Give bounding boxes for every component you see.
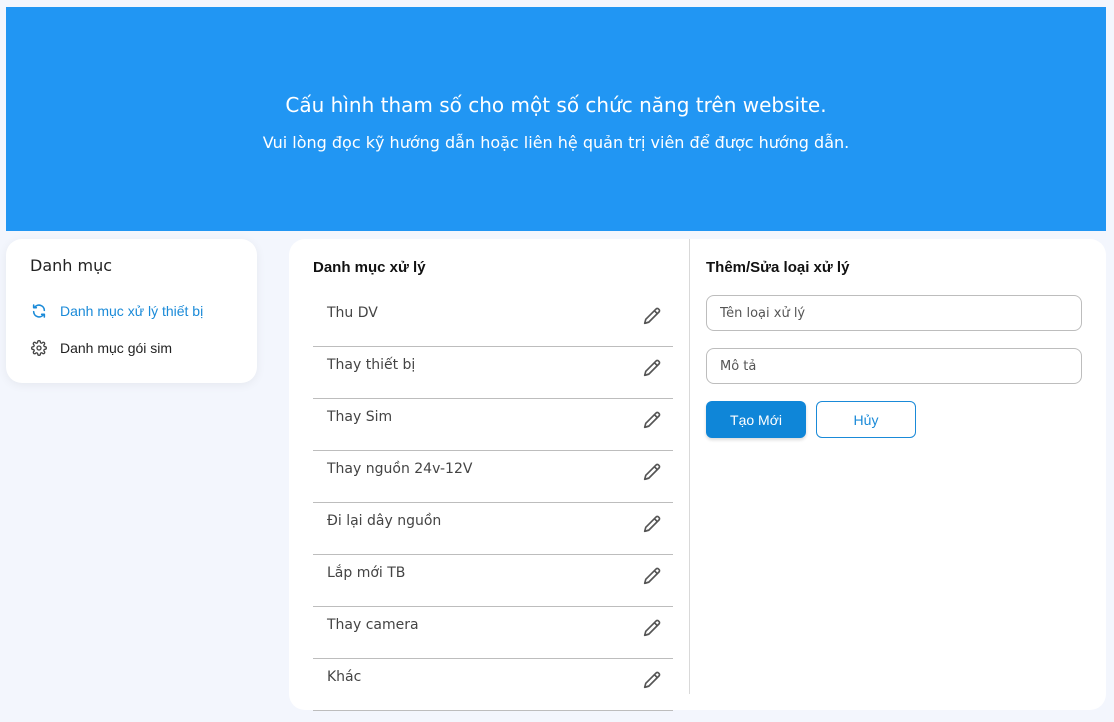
list-item: Thay thiết bị bbox=[313, 347, 673, 399]
description-input[interactable] bbox=[706, 348, 1082, 384]
pencil-icon[interactable] bbox=[641, 357, 663, 379]
pencil-icon[interactable] bbox=[641, 461, 663, 483]
list-item: Khác bbox=[313, 659, 673, 711]
sidebar-item-sim-packages[interactable]: Danh mục gói sim bbox=[30, 339, 172, 357]
sidebar: Danh mục Danh mục xử lý thiết bị Danh mụ… bbox=[6, 239, 257, 383]
list-item: Đi lại dây nguồn bbox=[313, 503, 673, 555]
list-item-label: Thay camera bbox=[327, 617, 419, 633]
pencil-icon[interactable] bbox=[641, 409, 663, 431]
pencil-icon[interactable] bbox=[641, 669, 663, 691]
list-panel-title: Danh mục xử lý bbox=[313, 259, 426, 276]
gear-icon bbox=[30, 339, 48, 357]
sync-icon bbox=[30, 302, 48, 320]
list-item-label: Đi lại dây nguồn bbox=[327, 513, 442, 529]
header-banner: Cấu hình tham số cho một số chức năng tr… bbox=[6, 7, 1106, 231]
list-item: Thay nguồn 24v-12V bbox=[313, 451, 673, 503]
list-item: Lắp mới TB bbox=[313, 555, 673, 607]
form-panel-title: Thêm/Sửa loại xử lý bbox=[706, 259, 850, 276]
list-item-label: Thay nguồn 24v-12V bbox=[327, 461, 473, 477]
list-item: Thay Sim bbox=[313, 399, 673, 451]
main-card: Danh mục xử lý Thu DV Thay thiết bị Thay… bbox=[289, 239, 1106, 711]
list-item-label: Lắp mới TB bbox=[327, 565, 406, 581]
sidebar-item-label: Danh mục xử lý thiết bị bbox=[60, 303, 204, 319]
list-item-label: Khác bbox=[327, 669, 362, 685]
pencil-icon[interactable] bbox=[641, 513, 663, 535]
banner-subtitle: Vui lòng đọc kỹ hướng dẫn hoặc liên hệ q… bbox=[262, 133, 850, 152]
list-item-label: Thay thiết bị bbox=[327, 357, 416, 373]
banner-title: Cấu hình tham số cho một số chức năng tr… bbox=[285, 93, 827, 117]
list-item-label: Thay Sim bbox=[327, 409, 393, 425]
list-item-label: Thu DV bbox=[327, 305, 378, 321]
cancel-button[interactable]: Hủy bbox=[816, 401, 916, 438]
pencil-icon[interactable] bbox=[641, 565, 663, 587]
create-button[interactable]: Tạo Mới bbox=[706, 401, 806, 438]
list-item: Thay camera bbox=[313, 607, 673, 659]
processing-list: Thu DV Thay thiết bị Thay Sim Thay nguồn… bbox=[313, 295, 673, 711]
panel-divider bbox=[689, 239, 690, 694]
sidebar-item-device-processing[interactable]: Danh mục xử lý thiết bị bbox=[30, 302, 203, 320]
sidebar-item-label: Danh mục gói sim bbox=[60, 340, 173, 356]
name-input[interactable] bbox=[706, 295, 1082, 331]
pencil-icon[interactable] bbox=[641, 617, 663, 639]
pencil-icon[interactable] bbox=[641, 305, 663, 327]
list-item: Thu DV bbox=[313, 295, 673, 347]
sidebar-title: Danh mục bbox=[30, 256, 113, 275]
